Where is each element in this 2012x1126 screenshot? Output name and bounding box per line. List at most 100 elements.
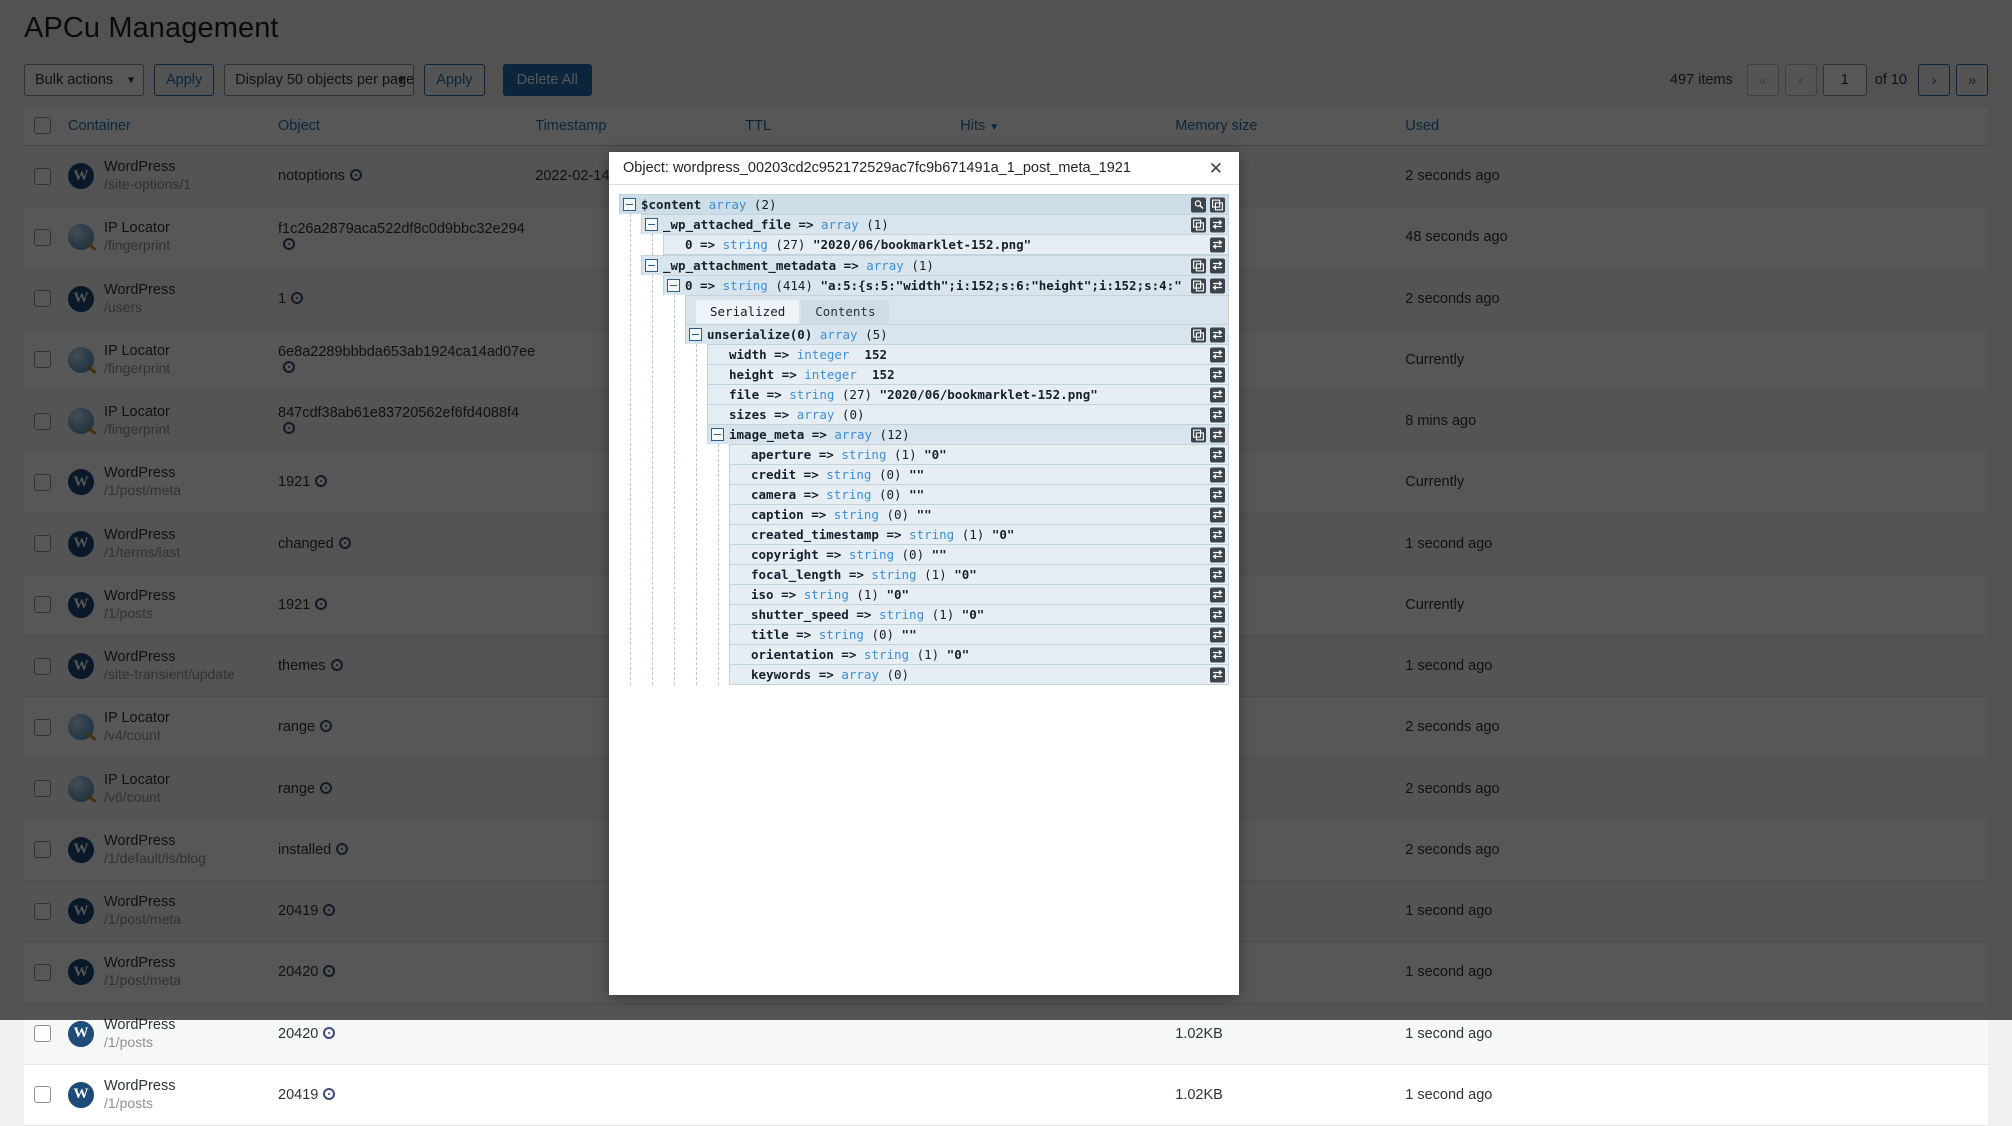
swap-icon[interactable]: [1210, 217, 1225, 232]
view-object-icon[interactable]: [323, 1088, 335, 1100]
tree-type: array: [834, 427, 872, 442]
collapse-toggle[interactable]: [667, 279, 680, 292]
swap-icon[interactable]: [1210, 627, 1225, 642]
tree-row[interactable]: focal_length => string (1) "0": [729, 564, 1229, 584]
tree-row[interactable]: keywords => array (0): [729, 664, 1229, 685]
swap-icon[interactable]: [1210, 547, 1225, 562]
tree-type: string: [864, 647, 909, 662]
tree-row[interactable]: title => string (0) "": [729, 624, 1229, 644]
tree-children: 0 => string (27) "2020/06/bookmarklet-15…: [652, 234, 1229, 255]
tree-row[interactable]: shutter_speed => string (1) "0": [729, 604, 1229, 624]
tree-row[interactable]: orientation => string (1) "0": [729, 644, 1229, 664]
tree-row[interactable]: _wp_attached_file => array (1): [641, 214, 1229, 234]
copy-icon[interactable]: [1191, 427, 1206, 442]
tree-row[interactable]: aperture => string (1) "0": [729, 444, 1229, 464]
swap-icon[interactable]: [1210, 407, 1225, 422]
tree-row[interactable]: image_meta => array (12): [707, 424, 1229, 444]
swap-icon[interactable]: [1210, 527, 1225, 542]
tree-count: (0): [879, 487, 902, 502]
tree-value: "0": [954, 567, 977, 582]
row-checkbox[interactable]: [34, 1086, 51, 1103]
tree-label: shutter_speed =>: [751, 607, 871, 622]
tree-row[interactable]: iso => string (1) "0": [729, 584, 1229, 604]
tree-children: width => integer 152height => integer 15…: [696, 344, 1229, 685]
tree-row[interactable]: copyright => string (0) "": [729, 544, 1229, 564]
row-actions: [1191, 258, 1225, 273]
tree-row[interactable]: unserialize(0) array (5): [685, 324, 1229, 344]
tree-type: string: [879, 607, 924, 622]
tree-value: "": [917, 507, 932, 522]
copy-icon[interactable]: [1191, 258, 1206, 273]
collapse-toggle[interactable]: [689, 328, 702, 341]
collapse-toggle[interactable]: [711, 428, 724, 441]
tree-label: unserialize(0): [707, 327, 812, 342]
table-row[interactable]: WWordPress/1/posts204191.02KB1 second ag…: [24, 1064, 1988, 1125]
copy-icon[interactable]: [1191, 327, 1206, 342]
tree-row[interactable]: file => string (27) "2020/06/bookmarklet…: [707, 384, 1229, 404]
row-actions: [1210, 487, 1225, 502]
copy-icon[interactable]: [1191, 217, 1206, 232]
swap-icon[interactable]: [1210, 367, 1225, 382]
swap-icon[interactable]: [1210, 567, 1225, 582]
tree-type: string: [834, 507, 879, 522]
swap-icon[interactable]: [1210, 327, 1225, 342]
tab-serialized[interactable]: Serialized: [696, 300, 799, 324]
tree-count: (27): [842, 387, 872, 402]
tree-label: width =>: [729, 347, 789, 362]
tree-row[interactable]: camera => string (0) "": [729, 484, 1229, 504]
swap-icon[interactable]: [1210, 447, 1225, 462]
row-actions: [1210, 587, 1225, 602]
swap-icon[interactable]: [1210, 387, 1225, 402]
tree-row[interactable]: width => integer 152: [707, 344, 1229, 364]
search-icon[interactable]: [1191, 197, 1206, 212]
swap-icon[interactable]: [1210, 258, 1225, 273]
row-actions: [1191, 327, 1225, 342]
tab-contents[interactable]: Contents: [801, 300, 889, 324]
tree-count: (1): [932, 607, 955, 622]
swap-icon[interactable]: [1210, 587, 1225, 602]
tree-row[interactable]: 0 => string (414) "a:5:{s:5:"width";i:15…: [663, 275, 1229, 295]
row-checkbox[interactable]: [34, 1025, 51, 1042]
tree-count: (5): [865, 327, 888, 342]
swap-icon[interactable]: [1210, 487, 1225, 502]
swap-icon[interactable]: [1210, 507, 1225, 522]
tree-type: string: [723, 278, 768, 293]
swap-icon[interactable]: [1210, 237, 1225, 252]
tree-row[interactable]: caption => string (0) "": [729, 504, 1229, 524]
tree-row[interactable]: sizes => array (0): [707, 404, 1229, 424]
view-object-icon[interactable]: [323, 1027, 335, 1039]
tree-row[interactable]: created_timestamp => string (1) "0": [729, 524, 1229, 544]
swap-icon[interactable]: [1210, 647, 1225, 662]
swap-icon[interactable]: [1210, 427, 1225, 442]
close-icon[interactable]: ✕: [1205, 158, 1227, 179]
row-actions: [1210, 647, 1225, 662]
modal-header: Object: wordpress_00203cd2c952172529ac7f…: [609, 152, 1239, 185]
collapse-toggle[interactable]: [645, 218, 658, 231]
swap-icon[interactable]: [1210, 278, 1225, 293]
tree-label: image_meta =>: [729, 427, 827, 442]
row-actions: [1210, 607, 1225, 622]
tree-type: string: [789, 387, 834, 402]
tree-type: string: [849, 547, 894, 562]
tree-row[interactable]: 0 => string (27) "2020/06/bookmarklet-15…: [663, 234, 1229, 255]
swap-icon[interactable]: [1210, 667, 1225, 682]
row-actions: [1191, 427, 1225, 442]
tree-label: caption =>: [751, 507, 826, 522]
swap-icon[interactable]: [1210, 347, 1225, 362]
tree-row[interactable]: _wp_attachment_metadata => array (1): [641, 255, 1229, 275]
tree-row[interactable]: height => integer 152: [707, 364, 1229, 384]
container-name: WordPress: [104, 1078, 175, 1094]
copy-icon[interactable]: [1191, 278, 1206, 293]
tree-row[interactable]: credit => string (0) "": [729, 464, 1229, 484]
wordpress-icon: W: [68, 1082, 94, 1108]
tree-value: "0": [924, 447, 947, 462]
collapse-toggle[interactable]: [623, 198, 636, 211]
collapse-toggle[interactable]: [645, 259, 658, 272]
tree-value: 152: [865, 347, 888, 362]
tree-label: orientation =>: [751, 647, 856, 662]
swap-icon[interactable]: [1210, 467, 1225, 482]
tree-row[interactable]: $content array (2): [619, 194, 1229, 214]
tree-type: string: [841, 447, 886, 462]
swap-icon[interactable]: [1210, 607, 1225, 622]
copy-icon[interactable]: [1210, 197, 1225, 212]
